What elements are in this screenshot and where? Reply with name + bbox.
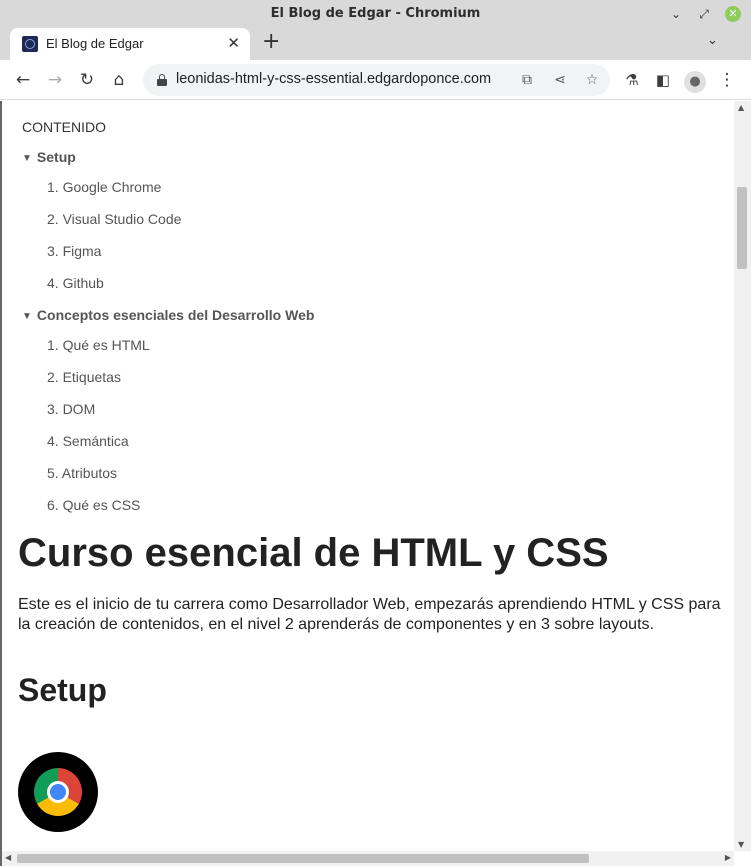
toc-item[interactable]: 6. Qué es CSS bbox=[47, 497, 140, 513]
maximize-button[interactable]: ⤢ bbox=[696, 6, 712, 22]
chrome-logo-icon bbox=[18, 752, 98, 832]
profile-avatar-icon[interactable]: ● bbox=[683, 68, 707, 93]
tab-active[interactable]: El Blog de Edgar ✕ bbox=[10, 28, 250, 60]
vertical-scroll-thumb[interactable] bbox=[737, 187, 747, 269]
toc-section-conceptos[interactable]: ▼ Conceptos esenciales del Desarrollo Web bbox=[22, 307, 314, 323]
minimize-button[interactable]: ⌄ bbox=[668, 6, 684, 22]
toc-item[interactable]: 3. DOM bbox=[47, 401, 95, 417]
disclosure-triangle-icon: ▼ bbox=[22, 153, 32, 164]
bookmark-star-icon[interactable]: ☆ bbox=[581, 69, 603, 91]
url-text[interactable]: leonidas-html-y-css-essential.edgardopon… bbox=[176, 71, 491, 87]
toc-item[interactable]: 3. Figma bbox=[47, 243, 101, 259]
share-icon[interactable]: ⋖ bbox=[549, 69, 571, 91]
lock-icon[interactable] bbox=[157, 74, 167, 86]
window-title: El Blog de Edgar - Chromium bbox=[270, 6, 481, 21]
vertical-scrollbar[interactable]: ▲ ▼ bbox=[734, 101, 751, 851]
labs-flask-icon[interactable]: ⚗ bbox=[620, 68, 644, 92]
toc-item[interactable]: 2. Etiquetas bbox=[47, 369, 121, 385]
toc-item[interactable]: 4. Github bbox=[47, 275, 104, 291]
back-arrow-icon[interactable]: ← bbox=[11, 68, 35, 92]
section-heading-setup: Setup bbox=[18, 672, 107, 708]
browser-toolbar: ← → ↻ ⌂ leonidas-html-y-css-essential.ed… bbox=[0, 60, 751, 100]
tab-search-chevron-icon[interactable]: ⌄ bbox=[707, 33, 718, 48]
tab-close-icon[interactable]: ✕ bbox=[227, 34, 240, 52]
horizontal-scroll-thumb[interactable] bbox=[17, 854, 589, 863]
intro-paragraph: Este es el inicio de tu carrera como Des… bbox=[18, 596, 721, 633]
toc-section-title: Setup bbox=[36, 149, 76, 165]
toc-item[interactable]: 1. Qué es HTML bbox=[47, 337, 150, 353]
translate-icon[interactable]: ⧉ bbox=[516, 69, 538, 91]
toc-item[interactable]: 2. Visual Studio Code bbox=[47, 211, 181, 227]
toc-heading: CONTENIDO bbox=[22, 119, 106, 135]
forward-arrow-icon[interactable]: → bbox=[43, 68, 67, 92]
toc-section-setup[interactable]: ▼ Setup bbox=[22, 149, 76, 165]
page-title: Curso esencial de HTML y CSS bbox=[18, 531, 609, 575]
tab-title: El Blog de Edgar bbox=[46, 36, 144, 51]
disclosure-triangle-icon: ▼ bbox=[22, 311, 32, 322]
toc-item[interactable]: 5. Atributos bbox=[47, 465, 117, 481]
menu-kebab-icon[interactable]: ⋮ bbox=[715, 68, 739, 92]
address-bar[interactable]: leonidas-html-y-css-essential.edgardopon… bbox=[143, 64, 610, 96]
home-icon[interactable]: ⌂ bbox=[107, 68, 131, 92]
side-panel-icon[interactable]: ◧ bbox=[651, 68, 675, 92]
toc-section-title: Conceptos esenciales del Desarrollo Web bbox=[36, 307, 315, 323]
tab-strip: El Blog de Edgar ✕ + ⌄ bbox=[0, 28, 751, 60]
reload-icon[interactable]: ↻ bbox=[75, 68, 99, 92]
new-tab-button[interactable]: + bbox=[262, 30, 280, 54]
page-content: CONTENIDO ▼ Setup 1. Google Chrome 2. Vis… bbox=[2, 101, 734, 851]
window-left-border bbox=[0, 101, 2, 866]
scroll-left-arrow-icon[interactable]: ◀ bbox=[5, 853, 11, 862]
toc-item[interactable]: 1. Google Chrome bbox=[47, 179, 161, 195]
window-titlebar: El Blog de Edgar - Chromium ⌄ ⤢ ✕ bbox=[0, 0, 751, 28]
favicon-icon bbox=[22, 36, 38, 52]
scroll-right-arrow-icon[interactable]: ▶ bbox=[725, 853, 731, 862]
horizontal-scrollbar[interactable]: ◀ ▶ bbox=[2, 851, 734, 866]
scroll-up-arrow-icon[interactable]: ▲ bbox=[738, 103, 744, 112]
close-window-button[interactable]: ✕ bbox=[725, 6, 741, 22]
toc-item[interactable]: 4. Semántica bbox=[47, 433, 129, 449]
scroll-down-arrow-icon[interactable]: ▼ bbox=[738, 840, 744, 849]
